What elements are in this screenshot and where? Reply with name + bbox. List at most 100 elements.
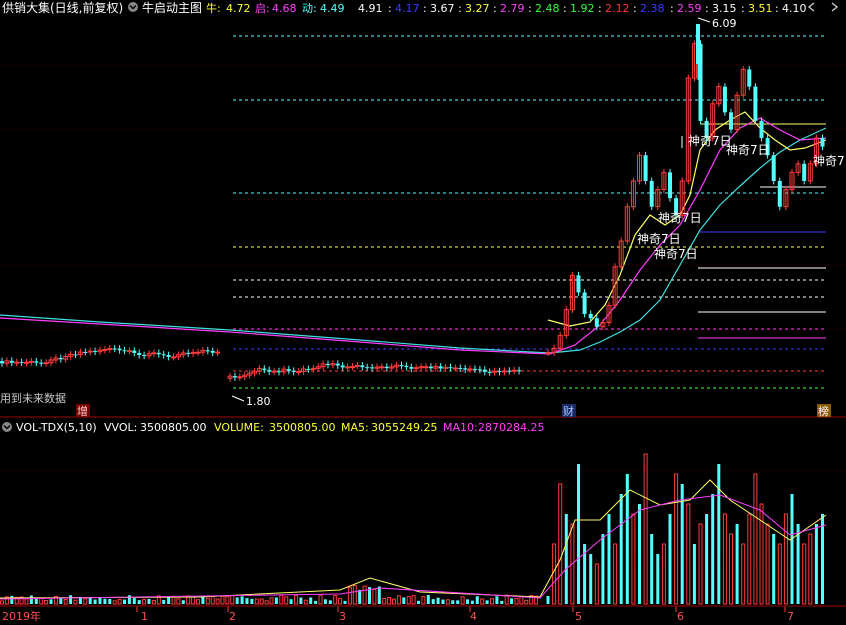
candle[interactable] [267, 369, 272, 372]
volume-bar[interactable] [814, 524, 818, 604]
candle[interactable] [379, 366, 385, 369]
candle[interactable] [477, 369, 482, 371]
volume-bar[interactable] [668, 514, 672, 604]
candle[interactable] [354, 364, 360, 367]
volume-bar[interactable] [607, 514, 611, 604]
candle[interactable] [19, 362, 24, 364]
volume-bar[interactable] [717, 464, 721, 604]
volume-bar[interactable] [601, 534, 605, 604]
candle[interactable] [112, 348, 117, 350]
volume-bar[interactable] [510, 598, 514, 604]
volume-bar[interactable] [589, 554, 593, 604]
volume-bar[interactable] [323, 599, 327, 604]
candle[interactable] [291, 370, 296, 373]
candle[interactable] [14, 361, 20, 364]
candle[interactable] [759, 120, 764, 139]
candle[interactable] [643, 155, 648, 181]
candle[interactable] [448, 367, 453, 369]
candle[interactable] [340, 365, 345, 368]
volume-bar[interactable] [132, 598, 136, 604]
volume-bar[interactable] [656, 554, 660, 604]
volume-bar[interactable] [181, 600, 185, 604]
volume-bar[interactable] [417, 600, 420, 604]
volume-bar[interactable] [692, 544, 696, 604]
volume-bar[interactable] [343, 600, 347, 604]
candle[interactable] [384, 366, 389, 369]
candle[interactable] [142, 355, 147, 357]
volume-bar[interactable] [127, 595, 131, 604]
volume-bar[interactable] [451, 600, 455, 604]
candle[interactable] [306, 368, 311, 370]
candle[interactable] [24, 361, 29, 364]
candle[interactable] [156, 352, 161, 355]
volume-bar[interactable] [10, 595, 14, 604]
volume-bar[interactable] [650, 534, 654, 604]
volume-bar[interactable] [69, 595, 73, 604]
volume-bar[interactable] [162, 599, 166, 604]
candle[interactable] [588, 313, 593, 319]
volume-bar[interactable] [88, 597, 92, 604]
candle[interactable] [151, 352, 157, 355]
volume-indicator-name[interactable]: VOL-TDX(5,10) [16, 421, 97, 434]
volume-bar[interactable] [299, 597, 303, 604]
candle[interactable] [166, 355, 171, 357]
candle[interactable] [310, 367, 316, 370]
candle[interactable] [296, 370, 302, 373]
candle[interactable] [696, 24, 700, 64]
volume-bar[interactable] [314, 600, 318, 604]
candle[interactable] [232, 376, 237, 378]
volume-bar[interactable] [328, 600, 332, 604]
candle[interactable] [277, 371, 281, 373]
candle[interactable] [423, 366, 429, 369]
volume-bar[interactable] [466, 599, 469, 604]
volume-bar[interactable] [235, 597, 239, 604]
volume-bar[interactable] [577, 464, 580, 604]
volume-bar[interactable] [93, 599, 97, 604]
candle[interactable] [497, 371, 502, 373]
volume-bar[interactable] [289, 599, 293, 604]
candle[interactable] [370, 367, 375, 369]
candle[interactable] [582, 292, 587, 314]
candle[interactable] [215, 351, 221, 354]
volume-bar[interactable] [358, 589, 362, 604]
chevron-down-icon[interactable] [2, 422, 12, 432]
candle[interactable] [335, 363, 340, 366]
candle[interactable] [487, 371, 492, 373]
candle[interactable] [28, 360, 34, 363]
candle[interactable] [729, 112, 733, 130]
candle[interactable] [545, 352, 551, 355]
candle[interactable] [802, 163, 807, 181]
volume-bar[interactable] [790, 494, 794, 604]
candle[interactable] [58, 357, 63, 360]
candle[interactable] [210, 350, 215, 353]
volume-bar[interactable] [680, 484, 684, 604]
volume-bar[interactable] [711, 494, 715, 604]
candle[interactable] [668, 172, 672, 199]
indicator-name[interactable]: 牛启动主图 [142, 0, 202, 15]
volume-bar[interactable] [735, 524, 739, 604]
volume-bar[interactable] [147, 598, 151, 604]
candle[interactable] [722, 86, 727, 113]
volume-bar[interactable] [29, 595, 33, 604]
volume-bar[interactable] [619, 494, 623, 604]
candle[interactable] [507, 370, 512, 372]
candle[interactable] [649, 180, 654, 207]
volume-bar[interactable] [426, 595, 430, 604]
candle[interactable] [195, 351, 201, 354]
volume-bar[interactable] [240, 596, 244, 604]
candle[interactable] [161, 354, 166, 356]
volume-bar[interactable] [103, 598, 107, 604]
volume-bar[interactable] [456, 600, 460, 604]
candle[interactable] [73, 354, 78, 356]
candle[interactable] [428, 366, 433, 369]
candle[interactable] [409, 367, 414, 369]
candle[interactable] [186, 352, 191, 354]
candle[interactable] [820, 138, 825, 147]
candle[interactable] [34, 361, 39, 363]
volume-bar[interactable] [441, 599, 445, 604]
candle[interactable] [9, 360, 14, 363]
volume-bar[interactable] [796, 524, 800, 604]
candle[interactable] [326, 363, 330, 365]
candle[interactable] [452, 367, 458, 370]
volume-bar[interactable] [564, 514, 568, 604]
